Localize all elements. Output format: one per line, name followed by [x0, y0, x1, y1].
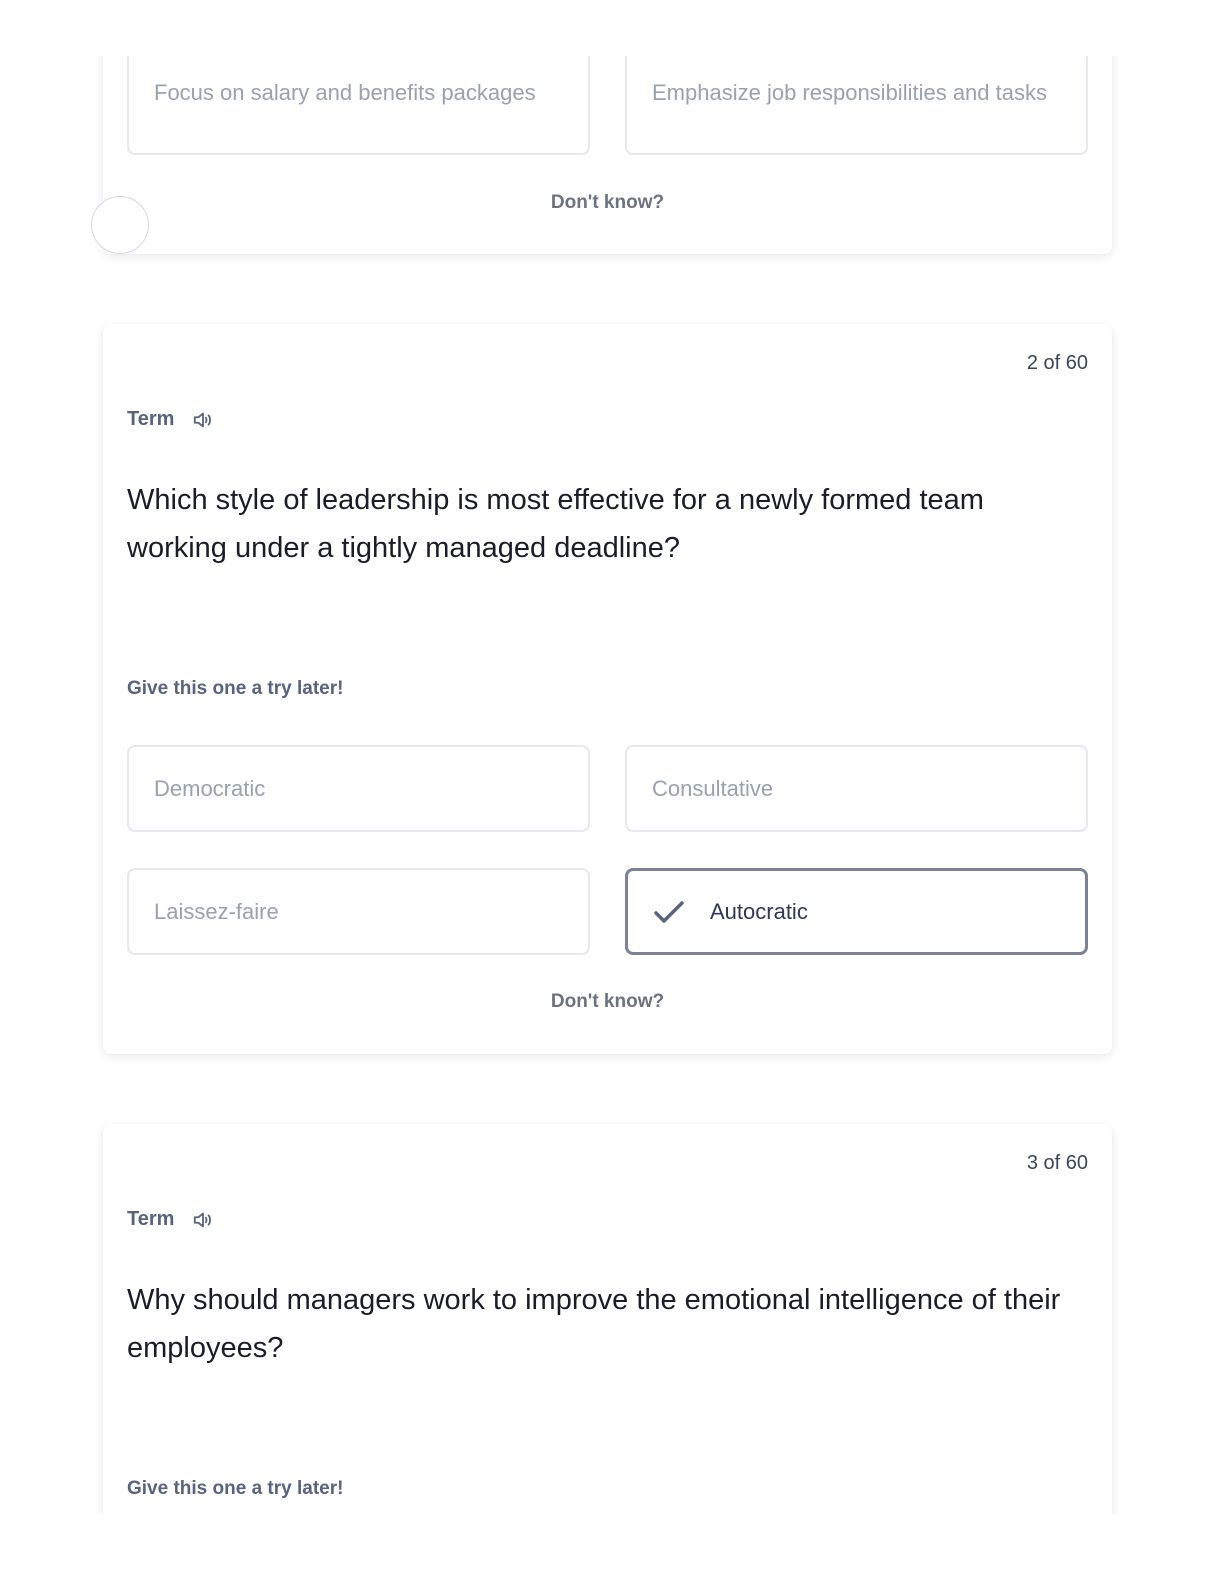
check-icon — [654, 900, 684, 923]
question-counter: 2 of 60 — [1026, 352, 1088, 374]
dont-know-button[interactable]: Don't know? — [103, 991, 1112, 1013]
speaker-icon[interactable] — [192, 409, 214, 431]
viewport-bottom-edge — [0, 1514, 1224, 1584]
term-label: Term — [127, 1208, 175, 1230]
answer-option-label: Autocratic — [710, 898, 808, 924]
viewport-top-edge — [0, 0, 1224, 56]
question-card: 2 of 60 Term Which style of leadership i… — [103, 324, 1112, 1054]
question-text: Why should managers work to improve the … — [127, 1284, 1061, 1364]
speaker-icon[interactable] — [192, 1209, 214, 1231]
dont-know-button[interactable]: Don't know? — [103, 192, 1112, 214]
term-label: Term — [127, 408, 175, 430]
answer-option-label: Consultative — [652, 775, 774, 801]
answer-option-laissez-faire[interactable]: Laissez-faire — [127, 868, 590, 955]
try-later-label: Give this one a try later! — [127, 1478, 344, 1499]
circle-button[interactable] — [91, 196, 149, 254]
answer-option-autocratic-selected[interactable]: Autocratic — [625, 868, 1088, 955]
answer-option-democratic[interactable]: Democratic — [127, 745, 590, 832]
answer-option-label: Laissez-faire — [154, 898, 279, 924]
answer-option-consultative[interactable]: Consultative — [625, 745, 1088, 832]
answer-option-label: Emphasize job responsibilities and tasks — [652, 80, 1047, 105]
term-header: Term — [127, 1208, 214, 1231]
question-card: 3 of 60 Term Why should managers work to… — [103, 1124, 1112, 1544]
question-counter: 3 of 60 — [1026, 1152, 1088, 1174]
try-later-label: Give this one a try later! — [127, 678, 344, 699]
answer-option-label: Focus on salary and benefits packages — [154, 80, 536, 105]
question-text: Which style of leadership is most effect… — [127, 484, 984, 564]
answer-option-label: Democratic — [154, 775, 266, 801]
term-header: Term — [127, 408, 214, 431]
